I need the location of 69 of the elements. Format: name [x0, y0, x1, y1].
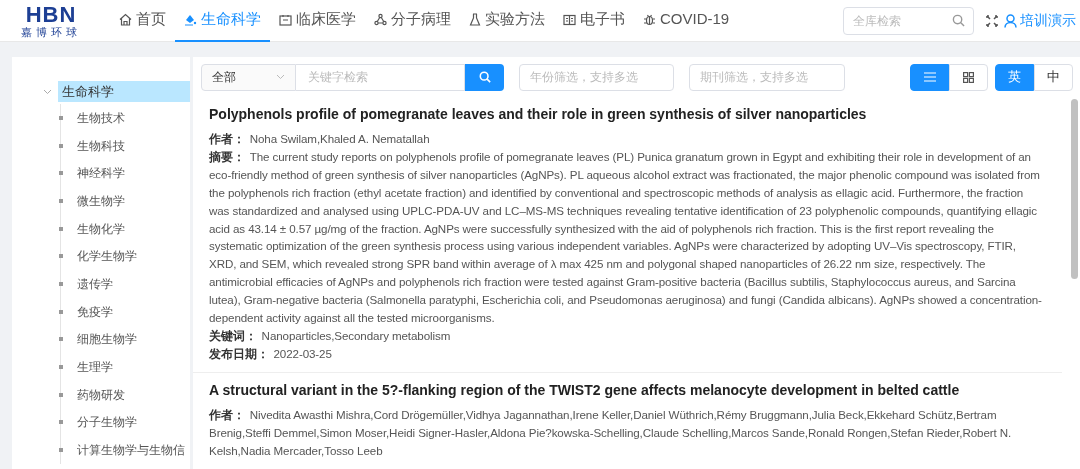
article-field: 发布日期： 2022-03-25 [209, 344, 1046, 363]
nav-tab[interactable]: 分子病理 [365, 0, 460, 42]
bullet-icon [58, 226, 63, 231]
drop-icon [184, 13, 197, 26]
bullet-icon [58, 309, 63, 314]
logo[interactable]: HBN 嘉博环球 [14, 3, 88, 38]
tree-item[interactable]: 微生物学 [76, 191, 125, 210]
tree-node[interactable]: 生命科学 [58, 81, 190, 102]
list-icon [923, 72, 936, 82]
fullscreen-icon[interactable] [986, 14, 998, 27]
keyword-search-field[interactable]: 关键字检索 [296, 63, 465, 91]
article-field: 作者： Nivedita Awasthi Mishra,Cord Drögemüller,Vidhya Jagannathan,Irene Keller,Daniel Wüthrich,Rémy Bruggmann,Julia Beck,Ekkehard Schütz,Bertram Brenig,Steffi Demmel,Simon Moser,Heidi Signer-Hasler,Aldona Pie?kowska-Schelling,Claude Schelling,Marcos Sande,Ronald Rongen,Stefan Rieder,Robert N. Kelsh,Nadia Mercader,Tosso Leeb [209, 405, 1046, 460]
nav-tab[interactable]: 临床医学 [270, 0, 365, 42]
article-field: 作者： Noha Swilam,Khaled A. Nematallah [209, 130, 1046, 148]
article-field: 关键词： Nanoparticles,Secondary metabolism [209, 326, 1046, 345]
scope-value: 全部 [212, 69, 237, 86]
bullet-icon [58, 392, 63, 397]
bullet-icon [58, 115, 63, 120]
logo-text: HBN [25, 3, 77, 26]
user-icon[interactable] [1004, 13, 1017, 28]
tree-item[interactable]: 生物化学 [76, 219, 125, 238]
grid-view-button[interactable] [949, 63, 988, 91]
bullet-icon [58, 281, 63, 286]
tree-item[interactable]: 生理学 [76, 358, 113, 377]
tree-item[interactable]: 化学生物学 [76, 247, 137, 266]
bug-icon [643, 13, 656, 26]
tree-item[interactable]: 计算生物学与生物信 [76, 441, 185, 460]
journal-filter-field[interactable]: 期刊筛选，支持多选 [689, 63, 845, 91]
tree-item[interactable]: 细胞生物学 [76, 330, 137, 349]
chevron-down-icon[interactable] [43, 88, 52, 95]
article-field: 摘要： The current study reports on polyphenols profile of pomegranate leaves (PL) Punica granatum grown in Egypt and exhibiting their role in development of an eco-friendly method of green synthesis of silver nanoparticles (AgNPs). PL aqueous alcohol extract was fractionated, the major phenolic compound was isolated from the polyphenols rich fraction (ethyl acetate fraction) and identified by conventional and spectroscopic methods of analysis as ellagic acid. Furthermore, the fraction was standardized and analysed using UPLC-PDA-UV and LC–MS-MS techniques revealing tentative identification of 23 polyphenolic compounds, quantifying ellagic acid as 43.14 ± 0.57 µg/mg of the fraction. AgNPs were successfully synthesized with the aid of polyphenols rich fraction. This is the first report revealing the systematic optimization of the green synthesis process using various independent variables. AgNPs were characterized by adopting UV–Vis spectroscopy, FTIR, XRD, and SEM, which revealed strong SPR band within average of λ max 425 nm and polygonal shaped nanoparticles of 26.22 nm size, respectively. The antimicrobial efficacies of AgNPs and polyphenols rich fraction were tested against Gram-positive bacteria (Bacillus subtilis, Staphylococcus aureus, and Sarcina lutea), Gram-negative bacteria (Salmonella paratyphi, Escherichia coli, and Pseudomonas aeruginosa) and fungi (Candida albicans). AgNPs showed a concentration-dependent activity against all the tested microorganisms. [209, 147, 1046, 327]
tree-item[interactable]: 免疫学 [76, 302, 113, 321]
bullet-icon [58, 254, 63, 259]
bullet-icon [58, 365, 63, 370]
bullet-icon [58, 448, 63, 453]
bullet-icon [58, 171, 63, 176]
bullet-icon [58, 143, 63, 148]
flask-icon [469, 13, 481, 26]
year-filter-field[interactable]: 年份筛选，支持多选 [519, 63, 674, 91]
search-icon[interactable] [952, 13, 965, 27]
bullet-icon [58, 420, 63, 425]
nav-tab[interactable]: 电子书 [554, 0, 634, 42]
chevron-down-icon [276, 74, 285, 80]
scrollbar[interactable] [1071, 99, 1078, 279]
tree-item[interactable]: 遗传学 [76, 274, 113, 293]
list-view-button[interactable] [910, 63, 949, 91]
tree-item[interactable]: 生物技术 [76, 108, 125, 127]
tree-item[interactable]: 药物研发 [76, 385, 125, 404]
tree-item[interactable]: 分子生物学 [76, 413, 137, 432]
nav-tab[interactable]: 首页 [110, 0, 175, 42]
article-title[interactable]: Polyphenols profile of pomegranate leaves and their role in green synthesis of silver nanoparticles [209, 104, 1046, 124]
global-search-field[interactable]: 全库检索 [843, 6, 974, 35]
tree-item[interactable]: 神经科学 [76, 164, 125, 183]
article-title[interactable]: A structural variant in the 5?-flanking region of the TWIST2 gene affects melanocyte development in belted cattle [209, 379, 1046, 400]
language-button[interactable]: 中 [1034, 63, 1073, 91]
nav-tab[interactable]: COVID-19 [634, 0, 739, 42]
scope-dropdown[interactable]: 全部 [201, 63, 296, 91]
search-icon [478, 71, 491, 83]
grid-icon [963, 71, 974, 83]
search-button[interactable] [465, 63, 504, 91]
book-icon [563, 13, 576, 26]
molecule-icon [374, 13, 387, 26]
tree-item[interactable]: 生物科技 [76, 136, 125, 155]
bullet-icon [58, 198, 63, 203]
home-icon [119, 13, 132, 26]
logo-subtitle: 嘉博环球 [21, 25, 81, 38]
bullet-icon [58, 337, 63, 342]
calendar-icon [279, 13, 292, 26]
nav-tab[interactable]: 实验方法 [460, 0, 554, 42]
